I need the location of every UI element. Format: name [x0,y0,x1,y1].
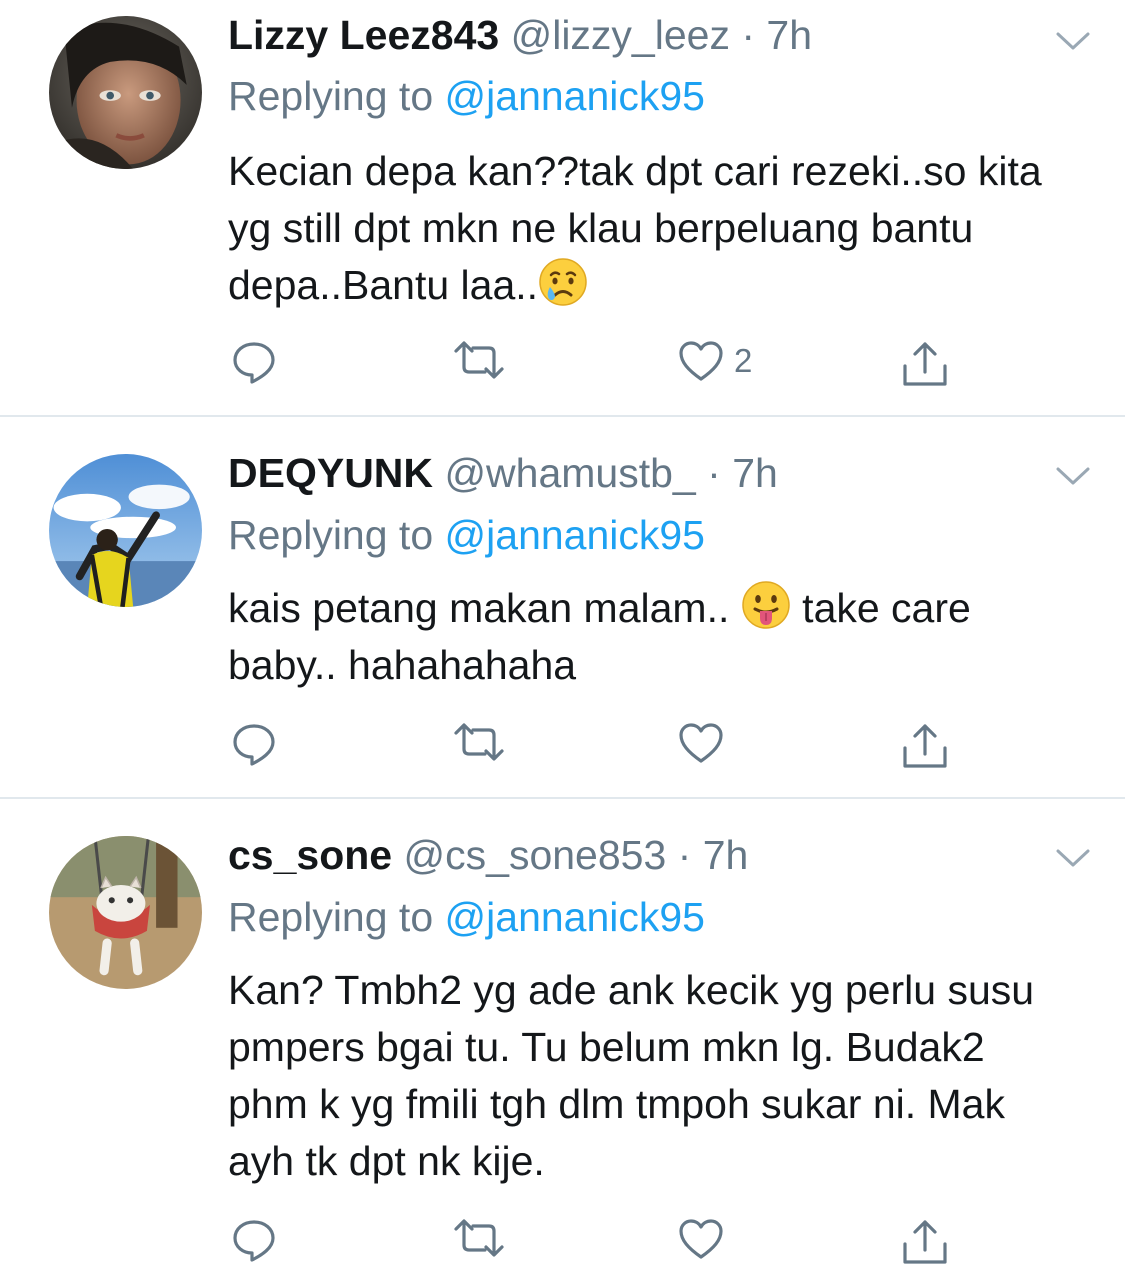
tweet-text-part: kais petang makan malam.. [228,585,730,631]
tweet-header: cs_sone @cs_sone853 · 7h [228,828,748,882]
tweet-text: Kecian depa kan??tak dpt cari rezeki..so… [228,143,1088,314]
tweet[interactable]: Lizzy Leez843 @lizzy_leez · 7h Replying … [0,0,1125,417]
avatar[interactable] [49,836,202,989]
heart-icon [679,1219,723,1259]
replying-to-mention[interactable]: @jannanick95 [445,73,705,119]
retweet-button[interactable] [453,1218,505,1258]
crying-face-emoji [538,257,588,307]
share-button[interactable] [901,1218,949,1266]
like-button[interactable] [678,722,734,764]
retweet-button[interactable] [453,340,505,380]
share-button[interactable] [901,340,949,388]
tweet-actions [0,1218,1125,1266]
chevron-down-icon[interactable] [1055,465,1091,487]
like-button[interactable]: 2 [678,340,752,382]
dot-separator: · [741,12,756,58]
heart-icon [679,341,723,381]
replying-to-mention[interactable]: @jannanick95 [445,894,705,940]
reply-icon [233,724,275,766]
reply-icon [233,342,275,384]
dot-separator: · [677,832,692,878]
replying-to-label: Replying to [228,512,434,558]
chevron-down-icon[interactable] [1055,30,1091,52]
avatar[interactable] [49,16,202,169]
share-icon [903,724,947,768]
handle[interactable]: @lizzy_leez [511,12,730,58]
replying-to: Replying to @jannanick95 [228,890,705,944]
reply-button[interactable] [231,722,277,768]
share-button[interactable] [901,722,949,770]
tweet[interactable]: cs_sone @cs_sone853 · 7h Replying to @ja… [0,799,1125,1270]
heart-icon [679,723,723,763]
tweet-header: DEQYUNK @whamustb_ · 7h [228,446,778,500]
replying-to-mention[interactable]: @jannanick95 [445,512,705,558]
timestamp[interactable]: 7h [703,832,749,878]
share-icon [903,342,947,386]
reply-icon [233,1220,275,1262]
reply-button[interactable] [231,340,277,386]
like-count: 2 [734,342,753,379]
display-name[interactable]: cs_sone [228,832,392,878]
avatar[interactable] [49,454,202,607]
replying-to-label: Replying to [228,73,434,119]
share-icon [903,1220,947,1264]
tweet-actions: 2 [0,340,1125,388]
replying-to: Replying to @jannanick95 [228,69,705,123]
timestamp[interactable]: 7h [766,12,812,58]
avatar-image [49,836,202,989]
tweet-header: Lizzy Leez843 @lizzy_leez · 7h [228,8,812,62]
tweet-text-part: Kecian depa kan??tak dpt cari rezeki..so… [228,148,1042,308]
replying-to-label: Replying to [228,894,434,940]
retweet-icon [454,1219,504,1257]
like-button[interactable] [678,1218,734,1260]
tweet-text: kais petang makan malam.. take care baby… [228,580,1088,694]
tweet-text-part: Kan? Tmbh2 yg ade ank kecik yg perlu sus… [228,967,1035,1184]
handle[interactable]: @whamustb_ [444,450,695,496]
tweet[interactable]: DEQYUNK @whamustb_ · 7h Replying to @jan… [0,417,1125,799]
avatar-image [49,454,202,607]
display-name[interactable]: DEQYUNK [228,450,433,496]
dot-separator: · [707,450,721,496]
timestamp[interactable]: 7h [732,450,778,496]
tweet-actions [0,722,1125,770]
retweet-icon [454,341,504,379]
retweet-icon [454,723,504,761]
reply-button[interactable] [231,1218,277,1264]
replying-to: Replying to @jannanick95 [228,508,705,562]
retweet-button[interactable] [453,722,505,762]
tweet-text: Kan? Tmbh2 yg ade ank kecik yg perlu sus… [228,962,1048,1190]
face-with-tongue-emoji [741,580,791,630]
display-name[interactable]: Lizzy Leez843 [228,12,499,58]
handle[interactable]: @cs_sone853 [404,832,667,878]
avatar-image [49,16,202,169]
chevron-down-icon[interactable] [1055,847,1091,869]
